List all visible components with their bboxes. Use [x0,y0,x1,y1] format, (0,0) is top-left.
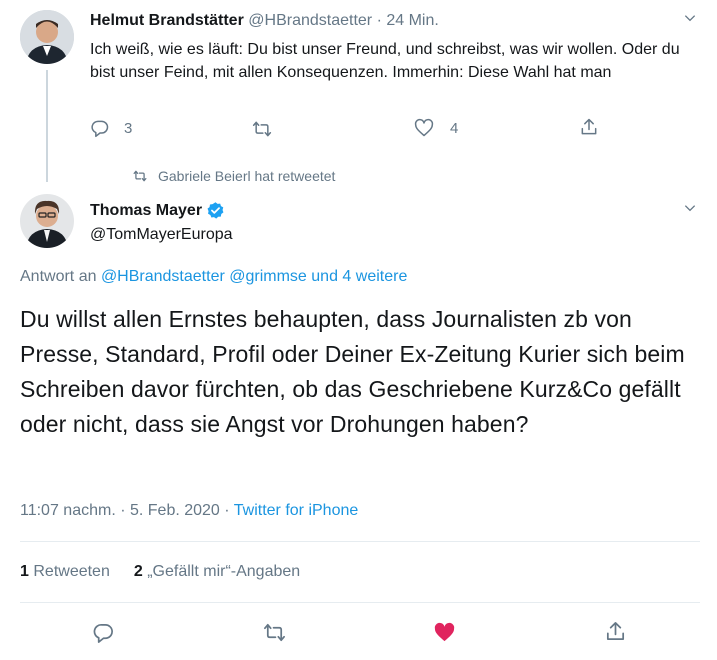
tweet1-header: Helmut Brandstätter @HBrandstaetter · 24… [90,12,439,30]
retweet-icon [252,121,272,137]
retweet-note-text[interactable]: Gabriele Beierl hat retweetet [158,168,335,184]
divider [20,602,700,603]
share-icon [606,621,624,640]
likes-label: „Gefällt mir“-Angaben [147,563,301,580]
reply-prefix: Antwort an [20,268,97,285]
reply-button[interactable]: 3 [90,118,132,138]
reply-context: Antwort an @HBrandstaetter @grimmse und … [20,268,407,286]
author-name: Thomas Mayer [90,201,203,219]
tweet-source-link[interactable]: Twitter for iPhone [234,502,359,519]
retweet-icon [263,623,285,641]
heart-filled-icon [434,622,454,641]
likes-stat[interactable]: 2 „Gefällt mir“-Angaben [134,563,300,581]
tweet2-text: Du willst allen Ernstes behaupten, dass … [20,306,685,437]
like-button[interactable] [430,619,458,645]
like-count: 4 [450,119,459,137]
tweet2-author[interactable]: Thomas Mayer [90,201,225,220]
chevron-down-icon[interactable] [680,198,700,218]
tweet-meta: 11:07 nachm. · 5. Feb. 2020 · Twitter fo… [20,502,358,520]
retweet-button[interactable] [260,619,288,645]
share-icon [581,118,597,135]
reply-icon [93,623,113,643]
separator: · [376,12,382,29]
chevron-down-icon[interactable] [680,8,700,28]
reply-count: 3 [124,119,133,137]
divider [20,541,700,542]
author-handle[interactable]: @TomMayerEuropa [90,226,233,244]
reply-mention-grimmse[interactable]: @grimmse [229,268,307,285]
reply-button[interactable] [90,619,116,645]
avatar-thomas[interactable] [20,194,74,248]
retweets-label: Retweeten [33,563,110,580]
tweet1-text: Ich weiß, wie es läuft: Du bist unser Fr… [90,41,680,81]
tweet-timestamp[interactable]: 11:07 nachm. · 5. Feb. 2020 · [20,502,230,519]
retweet-button[interactable] [250,118,274,140]
heart-outline-icon [414,118,434,138]
reply-mention-hbrandstaetter[interactable]: @HBrandstaetter [101,268,225,285]
reply-icon [90,118,110,138]
likes-count: 2 [133,563,143,580]
tweet-time[interactable]: 24 Min. [386,12,438,29]
author-name[interactable]: Helmut Brandstätter [90,12,244,29]
retweet-note: Gabriele Beierl hat retweetet [132,168,335,184]
retweet-note-icon [132,169,148,183]
tweet-stats: 1 Retweeten 2 „Gefällt mir“-Angaben [20,563,300,581]
avatar-helmut[interactable] [20,10,74,64]
thread-connector-line [46,70,48,182]
like-button[interactable]: 4 [414,118,458,138]
author-handle[interactable]: @HBrandstaetter [248,12,372,29]
retweets-count: 1 [20,563,29,580]
share-button[interactable] [602,618,628,644]
share-button[interactable] [578,116,600,138]
verified-badge-icon [206,201,225,220]
reply-others-link[interactable]: und 4 weitere [311,268,407,285]
retweets-stat[interactable]: 1 Retweeten [20,563,110,581]
